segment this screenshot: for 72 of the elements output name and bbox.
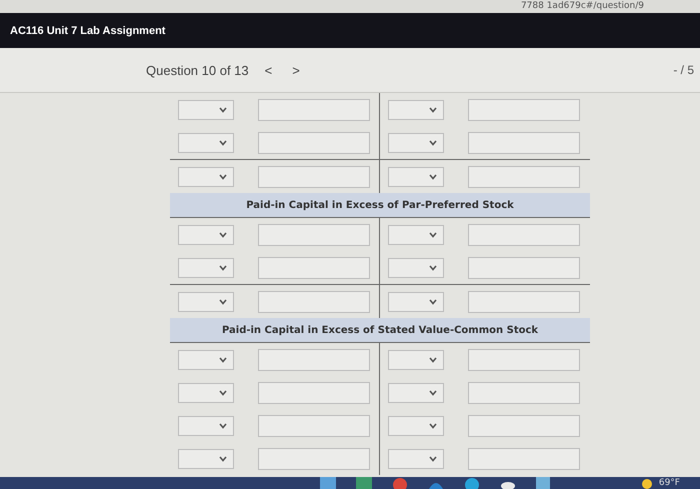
account-dropdown[interactable] bbox=[388, 350, 444, 370]
account-dropdown[interactable] bbox=[178, 100, 234, 120]
amount-field[interactable] bbox=[468, 382, 580, 404]
chevron-down-icon bbox=[219, 264, 227, 270]
chevron-down-icon bbox=[219, 174, 227, 180]
chevron-down-icon bbox=[219, 140, 227, 146]
account-dropdown[interactable] bbox=[388, 132, 444, 152]
chevron-down-icon bbox=[219, 356, 227, 362]
chevron-down-icon bbox=[429, 140, 437, 146]
chevron-down-icon bbox=[219, 106, 227, 112]
account-dropdown[interactable] bbox=[388, 292, 444, 312]
account-dropdown[interactable] bbox=[178, 132, 234, 152]
browser-icon[interactable] bbox=[392, 477, 408, 489]
amount-field[interactable] bbox=[468, 290, 580, 312]
account-heading: Paid-in Capital in Excess of Stated Value-Common Stock bbox=[170, 318, 590, 343]
amount-field[interactable] bbox=[468, 256, 580, 278]
assignment-title: AC116 Unit 7 Lab Assignment bbox=[10, 24, 166, 36]
amount-field[interactable] bbox=[258, 382, 370, 404]
account-dropdown[interactable] bbox=[178, 292, 234, 312]
amount-field[interactable] bbox=[258, 414, 370, 436]
chevron-down-icon bbox=[429, 298, 437, 304]
amount-field[interactable] bbox=[468, 224, 580, 246]
amount-field[interactable] bbox=[258, 224, 370, 246]
chevron-down-icon bbox=[429, 422, 437, 428]
chevron-down-icon bbox=[429, 174, 437, 180]
account-dropdown[interactable] bbox=[178, 416, 234, 436]
amount-field[interactable] bbox=[468, 414, 580, 436]
amount-field[interactable] bbox=[258, 448, 370, 470]
chevron-down-icon bbox=[429, 456, 437, 462]
previous-button[interactable]: < bbox=[260, 62, 276, 78]
chevron-down-icon bbox=[429, 232, 437, 238]
score-text: - / 5 bbox=[673, 63, 694, 77]
chevron-down-icon bbox=[429, 106, 437, 112]
account-dropdown[interactable] bbox=[388, 382, 444, 402]
address-text: 7788 1ad679c#/question/9 bbox=[520, 1, 644, 12]
question-counter: Question 10 of 13 bbox=[146, 62, 249, 78]
account-dropdown[interactable] bbox=[178, 224, 234, 244]
chevron-down-icon bbox=[219, 422, 227, 428]
account-dropdown[interactable] bbox=[388, 258, 444, 278]
weather-text: 69°F bbox=[658, 478, 680, 488]
chevron-down-icon bbox=[219, 298, 227, 304]
account-dropdown[interactable] bbox=[178, 382, 234, 402]
chevron-down-icon bbox=[429, 356, 437, 362]
amount-field[interactable] bbox=[258, 256, 370, 278]
amount-field[interactable] bbox=[258, 132, 370, 154]
chevron-down-icon bbox=[219, 232, 227, 238]
account-dropdown[interactable] bbox=[388, 100, 444, 120]
amount-field[interactable] bbox=[258, 98, 370, 120]
chevron-down-icon bbox=[429, 390, 437, 396]
account-dropdown[interactable] bbox=[388, 224, 444, 244]
amount-field[interactable] bbox=[468, 166, 580, 188]
account-dropdown[interactable] bbox=[178, 166, 234, 186]
amount-field[interactable] bbox=[258, 290, 370, 312]
account-dropdown[interactable] bbox=[178, 448, 234, 468]
amount-field[interactable] bbox=[468, 98, 580, 120]
chevron-down-icon bbox=[219, 456, 227, 462]
amount-field[interactable] bbox=[258, 166, 370, 188]
amount-field[interactable] bbox=[468, 132, 580, 154]
account-dropdown[interactable] bbox=[178, 258, 234, 278]
chevron-down-icon bbox=[219, 390, 227, 396]
amount-field[interactable] bbox=[468, 448, 580, 470]
app-icon[interactable] bbox=[536, 477, 552, 489]
account-dropdown[interactable] bbox=[178, 350, 234, 370]
next-button[interactable]: > bbox=[288, 62, 304, 78]
chevron-down-icon bbox=[429, 264, 437, 270]
browser-icon[interactable] bbox=[464, 477, 480, 489]
account-dropdown[interactable] bbox=[388, 416, 444, 436]
amount-field[interactable] bbox=[258, 348, 370, 370]
account-dropdown[interactable] bbox=[388, 448, 444, 468]
amount-field[interactable] bbox=[468, 348, 580, 370]
account-dropdown[interactable] bbox=[388, 166, 444, 186]
account-heading: Paid-in Capital in Excess of Par-Preferred Stock bbox=[170, 193, 590, 218]
